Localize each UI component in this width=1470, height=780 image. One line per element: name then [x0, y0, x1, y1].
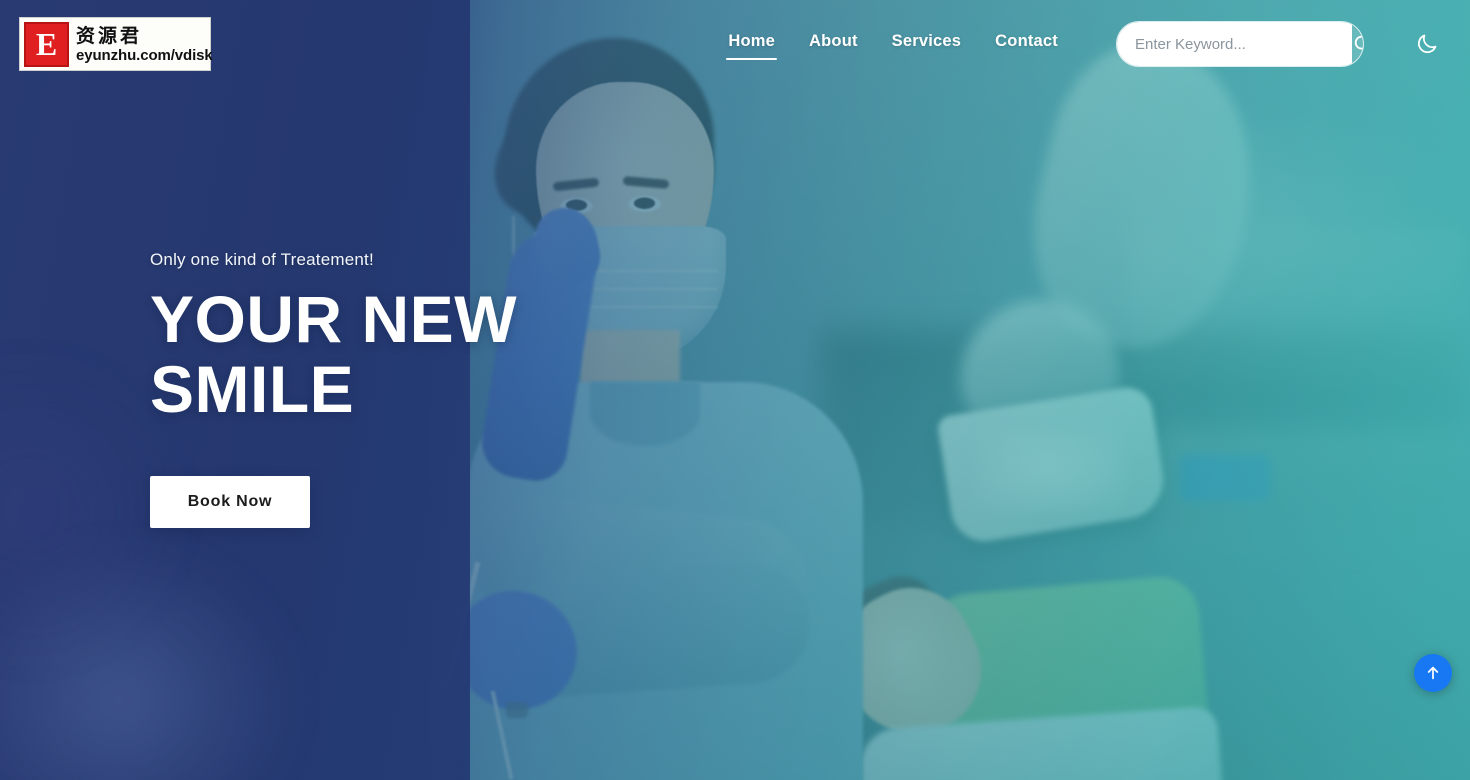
- search-button[interactable]: [1352, 22, 1363, 66]
- watermark-overlay: E 资源君 eyunzhu.com/vdisk: [19, 17, 213, 71]
- search-bar: [1116, 21, 1364, 67]
- watermark-chinese-title: 资源君: [76, 24, 143, 47]
- watermark-logo-badge: E: [24, 21, 69, 67]
- site-header: DENTITION Home About Services Contact: [0, 0, 1470, 88]
- watermark-badge-letter: E: [35, 26, 58, 62]
- nav-item-services[interactable]: Services: [890, 28, 964, 60]
- search-input[interactable]: [1117, 22, 1352, 66]
- hero-page: DENTITION Home About Services Contact: [0, 0, 1470, 780]
- scroll-to-top-button[interactable]: [1414, 654, 1452, 692]
- hero-headline-line-1: YOUR NEW: [150, 282, 517, 356]
- hero-content: Only one kind of Treatement! YOUR NEW SM…: [150, 250, 517, 528]
- arrow-up-icon: [1427, 666, 1439, 680]
- nav-item-contact[interactable]: Contact: [993, 28, 1060, 60]
- watermark-text: 资源君 eyunzhu.com/vdisk: [76, 25, 213, 64]
- hero-headline: YOUR NEW SMILE: [150, 284, 517, 424]
- nav-item-home[interactable]: Home: [726, 28, 777, 60]
- dark-mode-toggle[interactable]: [1410, 27, 1444, 61]
- hero-headline-line-2: SMILE: [150, 352, 355, 426]
- book-now-button[interactable]: Book Now: [150, 476, 310, 528]
- hero-kicker: Only one kind of Treatement!: [150, 250, 374, 269]
- moon-icon: [1418, 34, 1437, 53]
- main-navigation: Home About Services Contact: [726, 21, 1444, 67]
- nav-item-about[interactable]: About: [807, 28, 860, 60]
- search-icon: [1354, 35, 1363, 50]
- watermark-url: eyunzhu.com/vdisk: [76, 46, 213, 64]
